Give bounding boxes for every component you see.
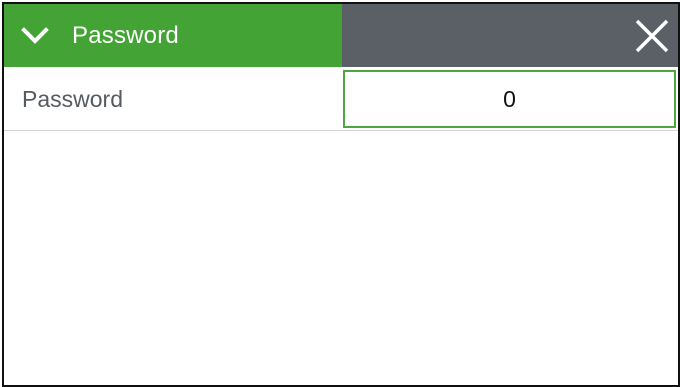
header-bar	[342, 4, 678, 67]
password-dialog: Password Password	[2, 2, 680, 387]
collapse-toggle[interactable]: Password	[4, 4, 342, 67]
password-field[interactable]	[343, 70, 676, 128]
close-icon[interactable]	[634, 18, 670, 54]
password-row: Password	[4, 67, 678, 131]
password-label: Password	[22, 86, 123, 112]
chevron-down-icon	[18, 19, 52, 53]
dialog-title: Password	[72, 21, 179, 49]
dialog-header: Password	[4, 4, 678, 67]
